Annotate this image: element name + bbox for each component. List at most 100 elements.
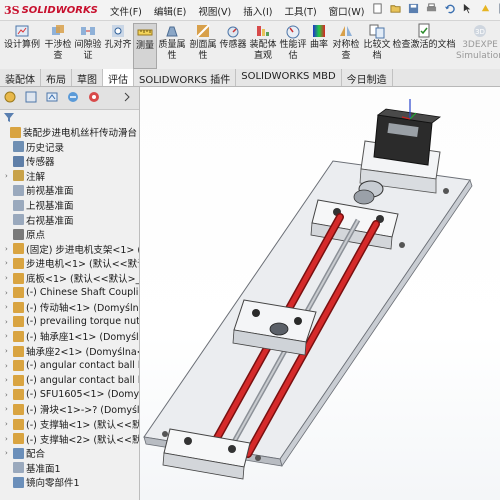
hole-alignment-button[interactable]: 孔对齐 [104,23,132,67]
tree-item[interactable]: 历史记录 [5,140,64,154]
tree-item[interactable]: › (-) prevailing torque nut st [5,315,139,329]
tree-expand-arrow-icon[interactable]: › [5,376,12,384]
tree-expand-arrow-icon[interactable]: › [5,435,12,443]
tab-solidworks-mbd[interactable]: SOLIDWORKS MBD [236,69,342,86]
menu-view[interactable]: 视图(V) [192,3,237,19]
tree-item[interactable]: 原点 [5,227,45,241]
tab-sketch[interactable]: 草图 [72,69,103,86]
assembly-model[interactable] [140,87,500,500]
undo-icon[interactable] [444,3,455,14]
symmetry-check-button[interactable]: 对称检 查 [331,23,361,67]
mates-icon [13,447,24,459]
clearance-verify-button[interactable]: 间隙验 证 [74,23,102,67]
part-icon [13,257,24,269]
tree-expand-arrow-icon[interactable]: › [5,362,12,370]
menu-insert[interactable]: 插入(I) [237,3,278,19]
tree-expand-arrow-icon[interactable]: › [5,347,12,355]
tree-item[interactable]: › (-) 传动轴<1> (Domyślna< [5,300,140,315]
command-manager: 设计算例 干涉检 查 间隙验 证 孔对齐 测量 质量属 性 剖面属 性 传感器 … [0,21,500,70]
tree-item[interactable]: › (-) angular contact ball be [5,373,139,387]
3dexperience-simulation-button[interactable]: 3D 3DEXPE Simulation [456,23,500,67]
design-study-button[interactable]: 设计算例 [2,23,42,67]
tree-item-label: 配合 [26,449,46,461]
open-folder-icon[interactable] [390,3,401,14]
tree-item[interactable]: › 步进电机<1> (默认<<默认> [5,256,139,270]
tree-item[interactable]: 装配步进电机丝杆传动滑台 (默 [2,125,139,139]
tree-expand-arrow-icon[interactable]: › [5,405,12,413]
solidworks-logo[interactable]: 3S SOLIDWORKS [4,2,98,18]
section-properties-button[interactable]: 剖面属 性 [188,23,218,67]
tab-manufacturing-today[interactable]: 今日制造 [342,69,393,86]
tab-assembly[interactable]: 装配体 [0,69,41,86]
plane-icon [13,214,24,226]
dimxpert-tab-icon[interactable] [66,90,80,104]
tree-expand-arrow-icon[interactable]: › [5,245,12,253]
tree-item[interactable]: › (-) angular contact ball be [5,359,139,373]
display-manager-tab-icon[interactable] [87,90,101,104]
tree-item[interactable]: 镜向零部件1 [5,475,80,489]
mass-properties-button[interactable]: 质量属 性 [157,23,187,67]
tree-item[interactable]: › (-) Chinese Shaft Coupling [5,286,139,300]
menu-edit[interactable]: 编辑(E) [148,3,192,19]
tab-layout[interactable]: 布局 [41,69,72,86]
tree-expand-arrow-icon[interactable]: › [5,274,12,282]
performance-evaluation-button[interactable]: 性能评 估 [278,23,308,67]
part-icon [13,243,24,255]
menu-window[interactable]: 窗口(W) [323,3,371,19]
tree-item[interactable]: 基准面1 [5,461,61,475]
part-icon [13,374,24,386]
tree-expand-arrow-icon[interactable]: › [5,289,12,297]
tree-item[interactable]: 传感器 [5,154,55,168]
tree-item[interactable]: › (-) 滑块<1>->? (Domyśln [5,402,139,416]
tree-expand-arrow-icon[interactable]: › [5,391,12,399]
tree-item[interactable]: › (-) 支撑轴<2> (默认<<默认> [5,432,140,446]
tab-solidworks-addins[interactable]: SOLIDWORKS 插件 [134,69,237,86]
graphics-viewport[interactable] [140,87,500,500]
tree-item[interactable]: › 配合 [5,446,45,460]
tree-expand-arrow-icon[interactable]: › [5,318,12,326]
part-icon [13,360,24,372]
tree-item[interactable]: 前视基准面 [5,183,74,197]
tab-evaluate[interactable]: 评估 [103,69,134,86]
new-document-icon[interactable] [372,3,383,14]
menu-tools[interactable]: 工具(T) [278,3,322,19]
tree-expand-arrow-icon[interactable]: › [5,420,12,428]
save-icon[interactable] [408,3,419,14]
tree-item[interactable]: 上视基准面 [5,198,74,212]
tree-item[interactable]: › (固定) 步进电机支架<1> (默认 [5,242,139,256]
tree-expand-arrow-icon[interactable]: › [5,172,12,180]
panel-expand-icon[interactable] [122,90,132,104]
tree-item-label: (-) 支撑轴<2> (默认<<默认> [26,434,140,446]
part-icon [13,330,24,342]
tree-item[interactable]: › 底板<1> (默认<<默认>_显 [5,271,139,285]
tree-item[interactable]: › (-) SFU1605<1> (Domyśln [5,388,139,402]
plane-icon [13,462,24,474]
brand-name: SOLIDWORKS [21,4,98,16]
menu-file[interactable]: 文件(F) [104,3,148,19]
check-active-document-button[interactable]: 检查激活的文档 [393,23,456,67]
compare-documents-button[interactable]: 比较文 档 [362,23,392,67]
property-manager-tab-icon[interactable] [24,90,38,104]
tree-item[interactable]: › (-) 支撑轴<1> (默认<<默认> [5,417,139,431]
tree-expand-arrow-icon[interactable]: › [5,332,12,340]
feature-manager-tab-icon[interactable] [3,90,17,104]
print-icon[interactable] [426,3,437,14]
configuration-manager-tab-icon[interactable] [45,90,59,104]
select-icon[interactable] [462,3,473,14]
sensor-button[interactable]: 传感器 [218,23,248,67]
tree-item[interactable]: 右视基准面 [5,213,74,227]
measure-button[interactable]: 测量 [133,23,157,69]
tree-expand-arrow-icon[interactable]: › [5,449,12,457]
filter-icon[interactable] [3,112,15,123]
rebuild-icon[interactable] [480,3,491,14]
tree-item[interactable]: › 注解 [5,169,45,183]
tree-item[interactable]: › (-) 轴承座1<1> (Domyślna> [5,329,139,343]
tree-item[interactable]: › 轴承座2<1> (Domyślna<< [5,344,139,358]
curvature-button[interactable]: 曲率 [308,23,330,67]
tree-expand-arrow-icon[interactable]: › [5,259,12,267]
interference-check-button[interactable]: 干涉检 查 [44,23,72,67]
tree-item-label: (-) 传动轴<1> (Domyślna< [26,303,140,315]
assembly-visualization-button[interactable]: 装配体 直观 [248,23,278,67]
check-document-icon [418,23,430,38]
tree-expand-arrow-icon[interactable]: › [5,303,12,311]
